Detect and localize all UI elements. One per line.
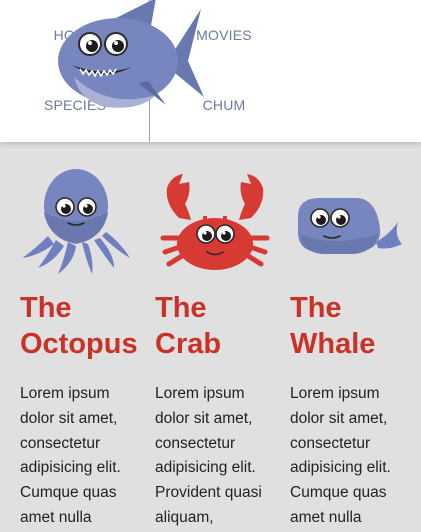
creature-description-octopus: Lorem ipsum dolor sit amet, consectetur … bbox=[20, 385, 121, 526]
creature-title-octopus: The Octopus bbox=[20, 290, 155, 362]
creature-title-line1: The bbox=[290, 292, 342, 324]
creature-title-line2: Octopus bbox=[20, 328, 138, 360]
creature-title-line1: The bbox=[155, 292, 207, 324]
creature-title-crab: The Crab bbox=[155, 290, 290, 362]
creature-title-line2: Crab bbox=[155, 328, 222, 360]
octopus-icon bbox=[22, 169, 130, 274]
creature-title-line1: The bbox=[20, 292, 72, 324]
creature-description-whale: Lorem ipsum dolor sit amet, consectetur … bbox=[290, 385, 391, 526]
creature-title-whale: The Whale bbox=[290, 290, 421, 362]
crab-icon bbox=[160, 174, 270, 270]
creature-title-line2: Whale bbox=[290, 328, 376, 360]
shark-logo-icon[interactable] bbox=[56, 0, 204, 112]
creature-description-crab: Lorem ipsum dolor sit amet, consectetur … bbox=[155, 385, 262, 526]
species-section: The Octopus Lorem ipsum dolor sit amet, … bbox=[0, 142, 421, 532]
whale-icon bbox=[298, 198, 402, 254]
